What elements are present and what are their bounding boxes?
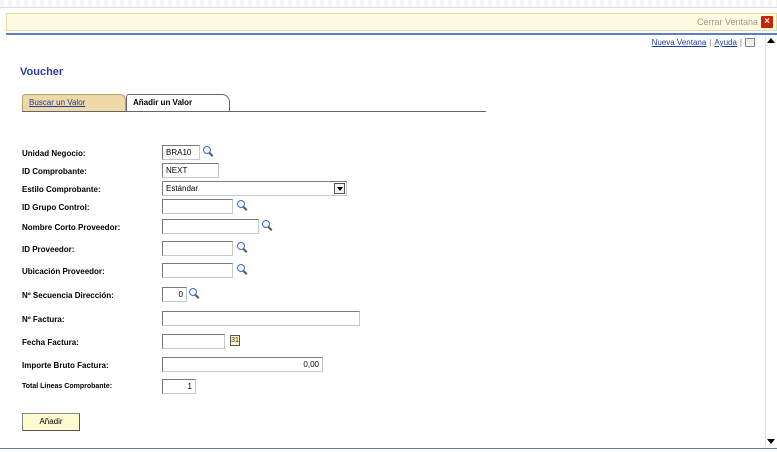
link-separator: | (709, 38, 712, 47)
ubicacion-proveedor-label: Ubicación Proveedor: (22, 267, 105, 276)
row-id-grupo-control: ID Grupo Control: (22, 199, 422, 217)
importe-bruto-input[interactable]: 0,00 (162, 357, 323, 372)
add-button[interactable]: Añadir (22, 413, 80, 431)
vertical-scrollbar[interactable] (765, 36, 775, 446)
estilo-comprobante-label: Estilo Comprobante: (22, 185, 101, 194)
header-divider (6, 33, 777, 35)
row-secuencia-direccion: Nº Secuencia Dirección: 0 (22, 287, 422, 305)
tab-underline (22, 111, 486, 112)
importe-bruto-label: Importe Bruto Factura: (22, 361, 109, 370)
id-proveedor-input[interactable] (162, 241, 233, 256)
nombre-corto-proveedor-input[interactable] (162, 219, 259, 234)
secuencia-direccion-input[interactable]: 0 (162, 287, 187, 302)
fecha-factura-label: Fecha Factura: (22, 338, 79, 347)
id-comprobante-label: ID Comprobante: (22, 167, 87, 176)
row-fecha-factura: Fecha Factura: 31 (22, 334, 422, 352)
row-importe-bruto: Importe Bruto Factura: 0,00 (22, 357, 422, 375)
n-factura-label: Nº Factura: (22, 315, 65, 324)
id-comprobante-input[interactable]: NEXT (162, 163, 219, 178)
scroll-up-arrow-icon[interactable] (767, 38, 775, 43)
id-proveedor-label: ID Proveedor: (22, 245, 75, 254)
row-n-factura: Nº Factura: (22, 311, 422, 329)
unidad-negocio-input[interactable]: BRA10 (162, 145, 200, 160)
tab-anadir-valor[interactable]: Añadir un Valor (126, 94, 230, 112)
top-border (0, 0, 777, 8)
id-grupo-control-label: ID Grupo Control: (22, 203, 90, 212)
secuencia-direccion-label: Nº Secuencia Dirección: (22, 291, 114, 300)
row-id-proveedor: ID Proveedor: (22, 241, 422, 259)
id-proveedor-lookup-icon[interactable] (237, 242, 248, 253)
page-window: Cerrar Ventana × Nueva Ventana | Ayuda | Vo… (0, 0, 777, 452)
total-lineas-input[interactable]: 1 (162, 379, 196, 394)
title-bar: Cerrar Ventana × (6, 13, 777, 31)
dropdown-arrow-icon[interactable] (334, 183, 345, 194)
tab-label: Añadir un Valor (133, 98, 193, 107)
calendar-icon[interactable]: 31 (230, 335, 240, 346)
row-id-comprobante: ID Comprobante: NEXT (22, 163, 422, 181)
row-unidad-negocio: Unidad Negocio: BRA10 (22, 145, 422, 163)
ubicacion-proveedor-input[interactable] (162, 263, 233, 278)
bottom-border (0, 448, 777, 452)
estilo-comprobante-select[interactable]: Estándar (162, 181, 347, 196)
scroll-down-arrow-icon[interactable] (767, 439, 775, 444)
close-icon[interactable]: × (761, 16, 773, 28)
page-title: Voucher (20, 66, 64, 78)
unidad-negocio-lookup-icon[interactable] (203, 146, 214, 157)
unidad-negocio-label: Unidad Negocio: (22, 149, 86, 158)
tab-label: Buscar un Valor (29, 98, 86, 107)
nombre-corto-proveedor-label: Nombre Corto Proveedor: (22, 223, 121, 232)
new-window-icon[interactable] (745, 38, 755, 48)
row-ubicacion-proveedor: Ubicación Proveedor: (22, 263, 422, 281)
row-estilo-comprobante: Estilo Comprobante: Estándar (22, 181, 422, 199)
estilo-comprobante-value: Estándar (166, 184, 199, 193)
secuencia-direccion-lookup-icon[interactable] (189, 288, 200, 299)
row-nombre-corto-proveedor: Nombre Corto Proveedor: (22, 219, 422, 237)
tab-buscar-valor[interactable]: Buscar un Valor (22, 94, 126, 112)
close-window-link[interactable]: Cerrar Ventana (697, 17, 758, 27)
fecha-factura-input[interactable] (162, 334, 225, 349)
help-link[interactable]: Ayuda (714, 38, 737, 47)
total-lineas-label: Total Líneas Comprobante: (22, 383, 113, 390)
new-window-link[interactable]: Nueva Ventana (652, 38, 707, 47)
id-grupo-control-lookup-icon[interactable] (237, 200, 248, 211)
nombre-corto-proveedor-lookup-icon[interactable] (262, 220, 273, 231)
ubicacion-proveedor-lookup-icon[interactable] (237, 264, 248, 275)
top-links: Nueva Ventana | Ayuda | (652, 38, 755, 48)
link-separator: | (739, 38, 742, 47)
id-grupo-control-input[interactable] (162, 199, 233, 214)
n-factura-input[interactable] (162, 311, 360, 326)
row-total-lineas: Total Líneas Comprobante: 1 (22, 379, 422, 397)
